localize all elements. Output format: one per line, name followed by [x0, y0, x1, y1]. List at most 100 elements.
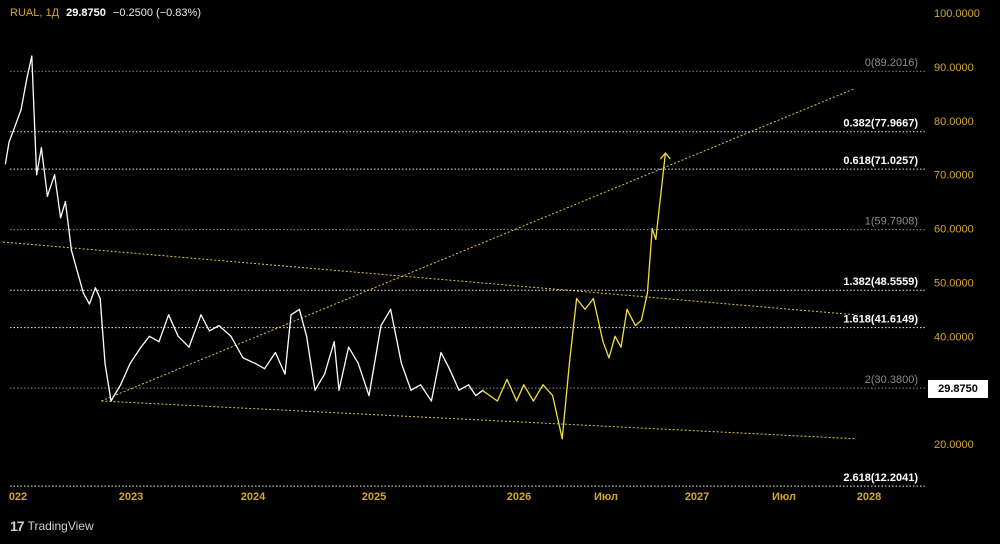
- tradingview-logo-icon: 17: [10, 518, 25, 534]
- history-data-point: [410, 389, 412, 391]
- projection-data-point: [552, 395, 554, 397]
- history-data-point: [380, 324, 382, 327]
- history-data-point: [242, 357, 244, 359]
- x-tick-label: 022: [9, 491, 27, 503]
- fibonacci-levels: 0(89.2016) 0.382(77.9667) 0.618(71.0257) 1(…: [10, 57, 925, 487]
- y-tick-label: 100.0000: [934, 8, 980, 20]
- history-data-point: [158, 341, 160, 343]
- y-tick-label: 90.0000: [934, 62, 974, 74]
- projection-data-point: [655, 238, 657, 240]
- x-tick-label: Июл: [594, 491, 618, 503]
- history-price-line: [4, 55, 484, 402]
- y-tick-label: 20.0000: [934, 439, 974, 451]
- fib-level-label: 2.618(12.2041): [843, 472, 918, 484]
- history-data-point: [82, 292, 84, 294]
- history-data-point: [200, 314, 202, 316]
- current-price-tag: 29.8750: [928, 380, 988, 398]
- history-data-point: [120, 384, 122, 386]
- history-data-point: [36, 174, 38, 176]
- y-tick-label: 60.0000: [934, 224, 974, 236]
- history-data-point: [430, 400, 432, 402]
- y-tick-label: 50.0000: [934, 277, 974, 289]
- history-data-point: [8, 141, 10, 143]
- x-axis: 022 2023 2024 2025 2026 Июл 2027 Июл 2028: [9, 491, 881, 503]
- history-data-point: [60, 217, 62, 219]
- projection-data-point: [646, 292, 649, 294]
- price-chart[interactable]: 0(89.2016) 0.382(77.9667) 0.618(71.0257) 1(…: [0, 0, 1000, 544]
- projection-data-point: [608, 357, 610, 359]
- history-data-point: [338, 389, 340, 391]
- fib-level-label: 1.382(48.5559): [843, 276, 918, 288]
- history-data-point: [368, 395, 370, 397]
- history-data-point: [333, 341, 335, 343]
- history-data-point: [46, 195, 49, 197]
- history-data-point: [70, 249, 72, 251]
- trendline-ascending[interactable]: [101, 87, 856, 402]
- fib-level-label: 0.618(71.0257): [843, 155, 918, 167]
- history-data-point: [140, 346, 142, 348]
- projection-data-point: [523, 384, 525, 386]
- x-tick-label: 2024: [241, 491, 266, 503]
- projection-data-point: [506, 378, 508, 381]
- projection-data-point: [626, 308, 628, 310]
- history-data-point: [104, 362, 106, 364]
- history-data-point: [284, 373, 286, 375]
- history-data-point: [298, 308, 300, 310]
- fib-level-label: 1.618(41.6149): [843, 314, 918, 326]
- history-data-point: [88, 303, 90, 305]
- history-data-point: [99, 298, 101, 300]
- history-data-point: [390, 308, 392, 310]
- projection-data-point: [482, 390, 484, 392]
- history-data-point: [177, 335, 179, 337]
- projection-data-point: [576, 298, 578, 300]
- history-data-point: [230, 335, 232, 337]
- y-tick-label: 80.0000: [934, 116, 974, 128]
- history-data-point: [468, 384, 470, 386]
- projection-data-point: [568, 362, 571, 364]
- projection-data-point: [542, 384, 544, 386]
- x-tick-label: 2026: [507, 491, 531, 503]
- history-data-point: [208, 330, 210, 332]
- history-data-point: [274, 351, 276, 354]
- trendline-descending-lower[interactable]: [101, 400, 856, 440]
- history-data-point: [306, 335, 308, 337]
- projection-data-point: [660, 195, 662, 197]
- ticker-header: RUAL, 1Д 29.8750 −0.2500 (−0.83%): [10, 7, 201, 19]
- history-data-point: [475, 395, 477, 397]
- history-data-point: [348, 346, 350, 348]
- history-data-point: [110, 400, 112, 402]
- symbol-label: RUAL, 1Д: [10, 7, 60, 19]
- x-tick-label: Июл: [772, 491, 796, 503]
- history-data-point: [40, 147, 43, 149]
- projection-data-point: [561, 438, 563, 440]
- history-data-point: [64, 201, 66, 203]
- history-data-point: [129, 362, 131, 364]
- projection-data-point: [516, 400, 518, 402]
- projection-data-point: [634, 324, 637, 327]
- trendline-descending-upper[interactable]: [2, 241, 856, 316]
- y-tick-label: 70.0000: [934, 170, 974, 182]
- history-data-point: [31, 55, 33, 57]
- fib-level-label: 0(89.2016): [865, 57, 918, 69]
- projection-data-point: [496, 400, 498, 402]
- projection-data-point: [620, 346, 622, 348]
- history-data-point: [324, 373, 326, 375]
- history-data-point: [188, 346, 190, 348]
- history-data-point: [26, 77, 28, 79]
- history-data-point: [314, 389, 316, 391]
- history-data-point: [420, 384, 422, 386]
- history-data-point: [290, 314, 292, 316]
- trendlines: [2, 87, 856, 440]
- x-tick-label: 2023: [119, 491, 143, 503]
- projection-data-point: [532, 400, 535, 402]
- history-data-point: [76, 271, 78, 273]
- projection-data-point: [651, 227, 653, 230]
- history-data-point: [168, 314, 170, 316]
- history-data-point: [357, 362, 359, 364]
- projection-data-point: [602, 341, 604, 343]
- projection-data-point: [592, 298, 595, 300]
- history-data-point: [440, 351, 442, 354]
- fib-level-label: 0.382(77.9667): [843, 118, 918, 130]
- history-data-point: [458, 389, 460, 391]
- fib-level-label: 2(30.3800): [865, 374, 918, 386]
